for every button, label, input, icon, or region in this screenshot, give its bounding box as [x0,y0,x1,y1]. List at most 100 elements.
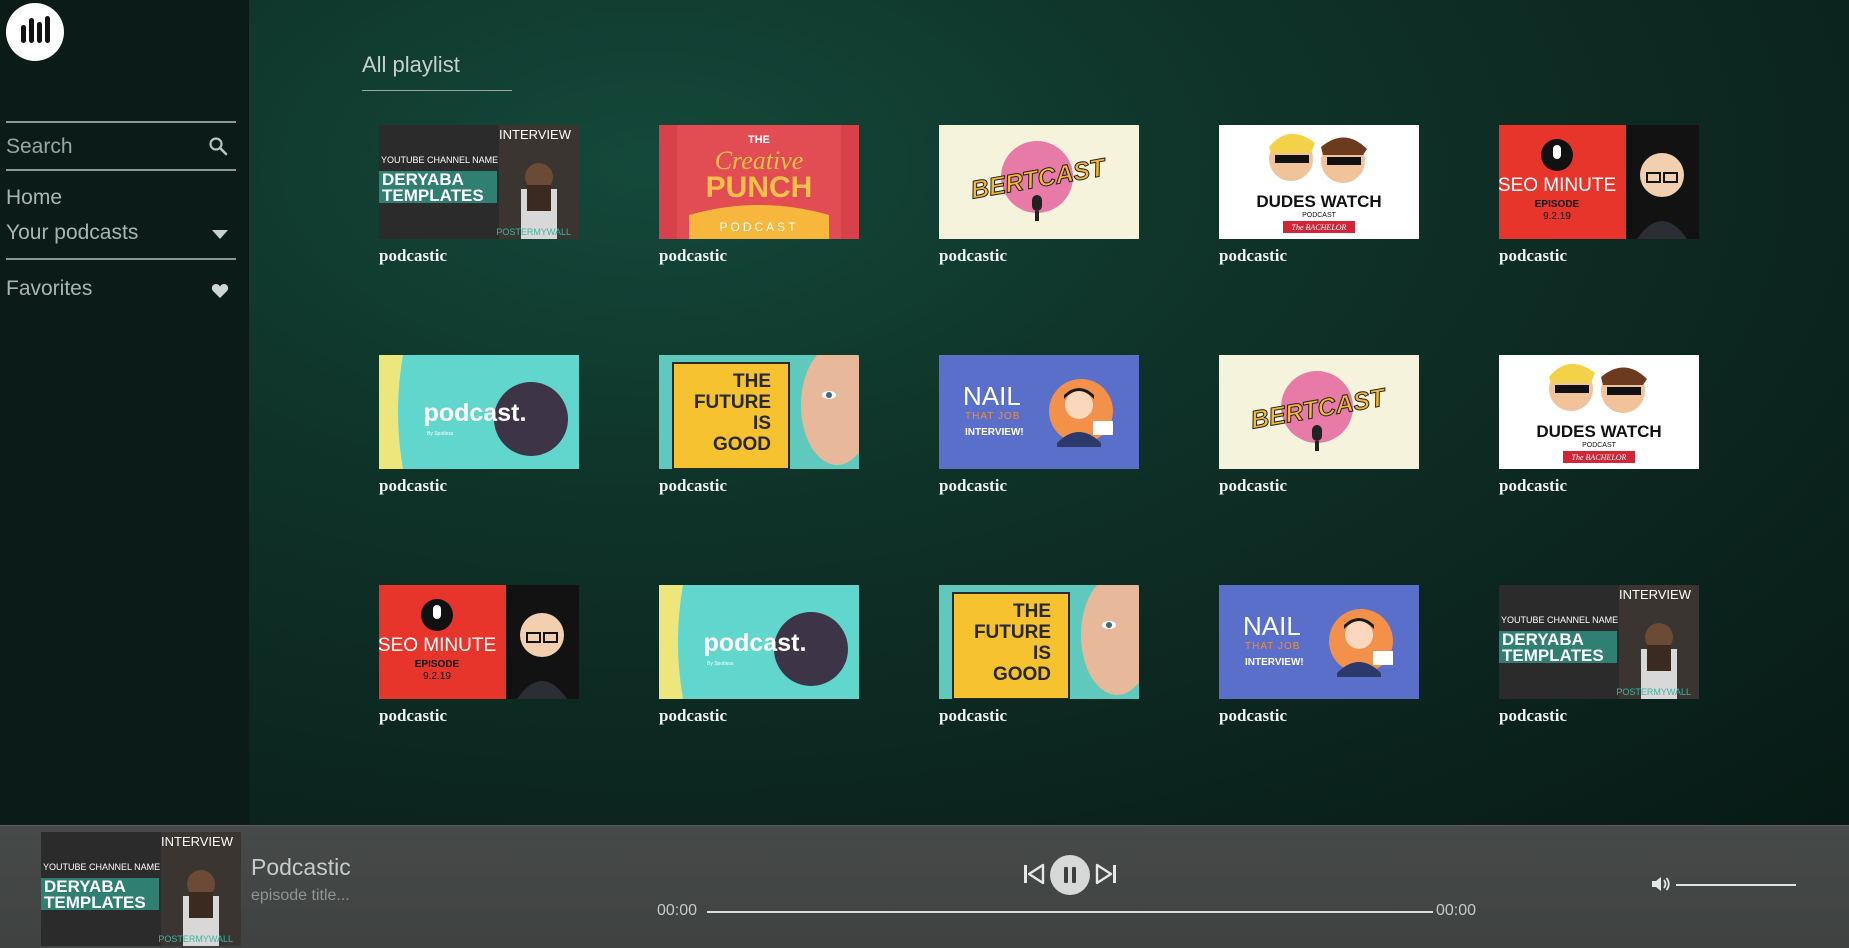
podcast-cover-image[interactable]: podcast. By Spotless [379,355,579,469]
svg-text:INTERVIEW: INTERVIEW [499,127,572,142]
svg-text:The BACHELOR: The BACHELOR [1292,223,1347,232]
pause-icon [1064,867,1076,883]
podcast-card[interactable]: podcast. By Spotless podcastic [379,355,579,496]
podcast-card-title[interactable]: podcastic [939,476,1139,496]
podcast-card-title[interactable]: podcastic [379,476,579,496]
svg-text:POSTERMYWALL: POSTERMYWALL [1616,687,1691,697]
svg-text:PUNCH: PUNCH [706,171,813,204]
volume-slider[interactable] [1676,884,1796,886]
progress-bar[interactable] [707,911,1433,913]
podcast-cover-image[interactable]: THE Creative PUNCH PODCAST [659,125,859,239]
podcast-card-title[interactable]: podcastic [1219,706,1419,726]
svg-text:INTERVIEW: INTERVIEW [1619,587,1692,602]
podcast-cover-image[interactable]: BERTCAST [1219,355,1419,469]
speaker-icon[interactable] [1651,875,1671,893]
podcast-cover-image[interactable]: BERTCAST [939,125,1139,239]
nav-favorites[interactable]: Favorites [6,277,236,301]
nav-divider [6,258,236,260]
podcast-cover-image[interactable]: THE FUTURE IS GOOD [659,355,859,469]
svg-text:FUTURE: FUTURE [694,392,771,413]
podcast-card-title[interactable]: podcastic [379,706,579,726]
svg-text:PODCAST: PODCAST [1582,442,1617,449]
equalizer-logo-icon[interactable] [6,3,64,61]
podcast-cover-image[interactable]: podcast. By Spotless [659,585,859,699]
podcast-card-title[interactable]: podcastic [939,706,1139,726]
nav-home-label: Home [6,186,63,209]
podcast-card[interactable]: DUDES WATCH PODCAST The BACHELOR podcast… [1499,355,1699,496]
svg-text:EPISODE: EPISODE [415,659,460,670]
nav-your-podcasts-label: Your podcasts [6,221,139,244]
svg-text:FUTURE: FUTURE [974,622,1051,643]
caret-down-icon[interactable] [212,230,228,240]
svg-text:PODCAST: PODCAST [1302,212,1337,219]
svg-text:YOUTUBE CHANNEL NAME: YOUTUBE CHANNEL NAME [1501,615,1618,625]
podcast-cover-image[interactable]: DUDES WATCH PODCAST The BACHELOR [1219,125,1419,239]
podcast-card-title[interactable]: podcastic [1219,246,1419,266]
podcast-card[interactable]: THE FUTURE IS GOOD podcastic [659,355,859,496]
podcast-cover-image[interactable]: NAIL THAT JOB INTERVIEW! [939,355,1139,469]
svg-text:THE: THE [733,371,771,392]
search-input[interactable] [6,134,196,160]
podcast-card[interactable]: INTERVIEW YOUTUBE CHANNEL NAME DERYABA T… [379,125,579,266]
podcast-card[interactable]: INTERVIEW YOUTUBE CHANNEL NAME DERYABA T… [1499,585,1699,726]
podcast-card-title[interactable]: podcastic [659,476,859,496]
podcast-card-title[interactable]: podcastic [939,246,1139,266]
player-bar: INTERVIEW YOUTUBE CHANNEL NAME DERYABA T… [0,825,1849,948]
svg-text:PODCAST: PODCAST [719,220,798,234]
now-playing-episode: episode title... [251,887,350,904]
podcast-card[interactable]: NAIL THAT JOB INTERVIEW! podcastic [939,355,1139,496]
podcast-card[interactable]: podcast. By Spotless podcastic [659,585,859,726]
podcast-cover-image[interactable]: INTERVIEW YOUTUBE CHANNEL NAME DERYABA T… [1499,585,1699,699]
skip-previous-icon[interactable] [1022,862,1046,886]
heart-icon[interactable] [211,283,229,299]
svg-text:NAIL: NAIL [963,381,1021,411]
podcast-card-title[interactable]: podcastic [1499,246,1699,266]
podcast-card-title[interactable]: podcastic [659,706,859,726]
nav-your-podcasts[interactable]: Your podcasts [6,221,236,245]
svg-text:YOUTUBE CHANNEL NAME: YOUTUBE CHANNEL NAME [43,862,160,872]
podcast-card-title[interactable]: podcastic [1499,476,1699,496]
duration: 00:00 [1436,902,1477,919]
podcast-cover-image[interactable]: DUDES WATCH PODCAST The BACHELOR [1499,355,1699,469]
podcast-card[interactable]: BERTCAST podcastic [939,125,1139,266]
svg-text:By Spotless: By Spotless [707,661,734,667]
svg-text:POSTERMYWALL: POSTERMYWALL [158,934,233,944]
page-title: All playlist [362,52,512,91]
svg-text:IS: IS [753,413,771,434]
podcast-card-title[interactable]: podcastic [1499,706,1699,726]
svg-text:GOOD: GOOD [993,664,1051,685]
podcast-cover-image[interactable]: THE FUTURE IS GOOD [939,585,1139,699]
podcast-card-title[interactable]: podcastic [1219,476,1419,496]
svg-text:podcast.: podcast. [424,399,527,427]
svg-text:THE: THE [1013,601,1051,622]
now-playing-title: Podcastic [251,854,351,880]
svg-text:SEO MINUTE: SEO MINUTE [1499,175,1616,196]
podcast-cover-image[interactable]: NAIL THAT JOB INTERVIEW! [1219,585,1419,699]
podcast-card-title[interactable]: podcastic [659,246,859,266]
podcast-cover-image[interactable]: INTERVIEW YOUTUBE CHANNEL NAME DERYABA T… [379,125,579,239]
podcast-card[interactable]: SEO MINUTE EPISODE 9.2.19 podcastic [379,585,579,726]
svg-text:TEMPLATES: TEMPLATES [382,186,484,205]
svg-text:The BACHELOR: The BACHELOR [1572,453,1627,462]
podcast-card[interactable]: SEO MINUTE EPISODE 9.2.19 podcastic [1499,125,1699,266]
podcast-card[interactable]: BERTCAST podcastic [1219,355,1419,496]
svg-text:SEO MINUTE: SEO MINUTE [379,635,496,656]
svg-text:IS: IS [1033,643,1051,664]
podcast-card[interactable]: DUDES WATCH PODCAST The BACHELOR podcast… [1219,125,1419,266]
nav-favorites-label: Favorites [6,277,93,300]
podcast-card-title[interactable]: podcastic [379,246,579,266]
nav-home[interactable]: Home [6,186,62,210]
skip-next-icon[interactable] [1094,862,1118,886]
podcast-card[interactable]: THE Creative PUNCH PODCAST podcastic [659,125,859,266]
now-playing-artwork[interactable]: INTERVIEW YOUTUBE CHANNEL NAME DERYABA T… [41,832,241,946]
podcast-cover-image[interactable]: SEO MINUTE EPISODE 9.2.19 [379,585,579,699]
svg-text:NAIL: NAIL [1243,611,1301,641]
podcast-card[interactable]: THE FUTURE IS GOOD podcastic [939,585,1139,726]
search-icon[interactable] [208,136,228,156]
svg-text:podcast.: podcast. [704,629,807,657]
svg-text:9.2.19: 9.2.19 [423,671,451,682]
svg-text:TEMPLATES: TEMPLATES [1502,646,1604,665]
podcast-cover-image[interactable]: SEO MINUTE EPISODE 9.2.19 [1499,125,1699,239]
play-pause-button[interactable] [1050,855,1090,895]
podcast-card[interactable]: NAIL THAT JOB INTERVIEW! podcastic [1219,585,1419,726]
